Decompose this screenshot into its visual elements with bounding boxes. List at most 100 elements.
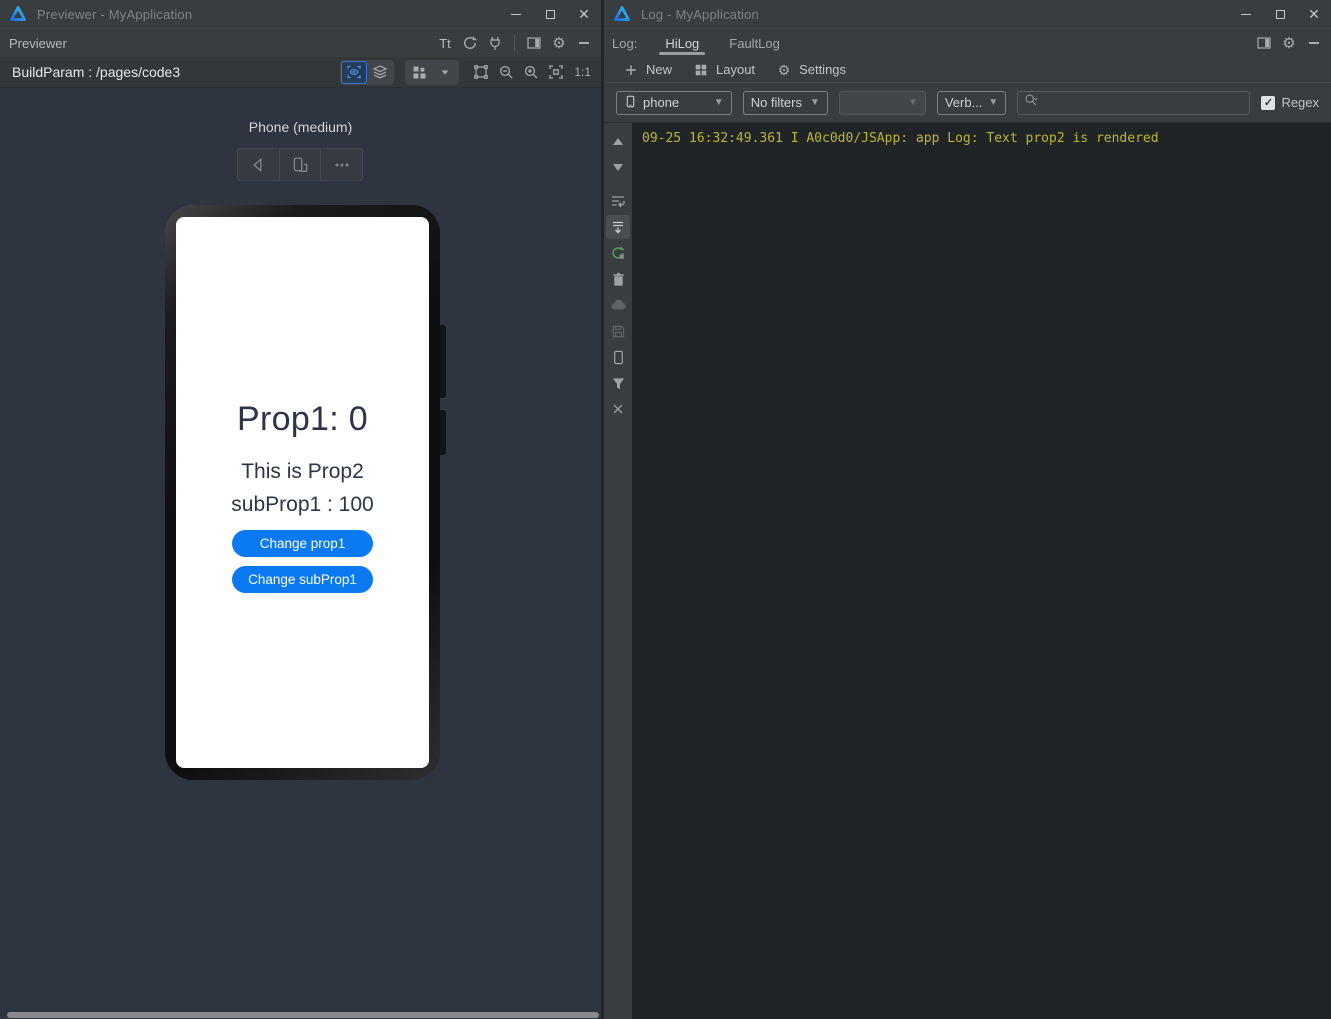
level-select[interactable]: Verb... ▼ bbox=[937, 91, 1006, 115]
log-side-toolbar bbox=[604, 123, 632, 1019]
log-line: 09-25 16:32:49.361 I A0c0d0/JSApp: app L… bbox=[642, 130, 1331, 147]
layout-button[interactable]: Layout bbox=[684, 61, 763, 79]
inspector-eye-icon[interactable] bbox=[341, 61, 367, 84]
rerun-icon[interactable] bbox=[606, 241, 630, 265]
prop1-value: Prop1: 0 bbox=[176, 400, 429, 439]
log-window: Log - MyApplication ✕ Log: HiLog FaultLo… bbox=[604, 0, 1331, 1019]
previewer-titlebar: Previewer - MyApplication ✕ bbox=[0, 0, 601, 28]
layout-label: Layout bbox=[716, 62, 755, 77]
log-content: 09-25 16:32:49.361 I A0c0d0/JSApp: app L… bbox=[604, 123, 1331, 1019]
zoom-in-icon[interactable] bbox=[520, 61, 542, 83]
toolbar-divider bbox=[514, 35, 515, 51]
phone-screen: Prop1: 0 This is Prop2 subProp1 : 100 Ch… bbox=[176, 217, 429, 768]
change-prop1-button[interactable]: Change prop1 bbox=[232, 530, 373, 557]
layout-grid-icon bbox=[692, 61, 710, 79]
view-mode-toggle bbox=[340, 60, 394, 85]
regex-label: Regex bbox=[1281, 95, 1319, 110]
maximize-button[interactable] bbox=[1263, 0, 1297, 28]
previewer-tab-label: Previewer bbox=[9, 36, 67, 51]
caret-down-icon: ▼ bbox=[810, 97, 820, 108]
cloud-icon bbox=[606, 293, 630, 317]
gear-icon[interactable]: ⚙ bbox=[1278, 32, 1300, 54]
preview-canvas: Phone (medium) Prop1: 0 This is Pr bbox=[0, 88, 601, 1019]
change-subprop1-button[interactable]: Change subProp1 bbox=[232, 566, 373, 593]
filter-select[interactable]: No filters ▼ bbox=[743, 91, 828, 115]
settings-label: Settings bbox=[799, 62, 846, 77]
gear-icon[interactable]: ⚙ bbox=[548, 32, 570, 54]
caret-down-icon: ▼ bbox=[714, 97, 724, 108]
close-icon[interactable] bbox=[606, 397, 630, 421]
regex-checkbox[interactable]: ✓ bbox=[1261, 96, 1275, 110]
plus-icon bbox=[622, 61, 640, 79]
device-select[interactable]: phone ▼ bbox=[616, 91, 732, 115]
log-label: Log: bbox=[612, 36, 637, 51]
save-icon bbox=[606, 319, 630, 343]
window-title: Previewer - MyApplication bbox=[37, 7, 192, 22]
previewer-window: Previewer - MyApplication ✕ Previewer Tt bbox=[0, 0, 601, 1019]
rotate-device-icon[interactable] bbox=[279, 149, 321, 180]
zoom-ratio-label[interactable]: 1:1 bbox=[570, 65, 595, 79]
layers-icon[interactable] bbox=[367, 61, 393, 84]
log-action-bar: New Layout ⚙ Settings bbox=[604, 57, 1331, 83]
search-field[interactable] bbox=[1017, 91, 1250, 115]
refresh-icon[interactable] bbox=[459, 32, 481, 54]
minimize-button[interactable] bbox=[499, 0, 533, 28]
device-icon[interactable] bbox=[606, 345, 630, 369]
tab-hilog[interactable]: HiLog bbox=[657, 29, 707, 57]
hide-panel-icon[interactable] bbox=[573, 32, 595, 54]
font-size-icon[interactable]: Tt bbox=[434, 32, 456, 54]
type-select[interactable]: ▼ bbox=[839, 91, 926, 115]
window-controls: ✕ bbox=[1229, 0, 1331, 28]
plug-icon[interactable] bbox=[484, 32, 506, 54]
more-icon[interactable] bbox=[320, 149, 362, 180]
deveco-logo-icon bbox=[613, 5, 631, 23]
zoom-out-icon[interactable] bbox=[495, 61, 517, 83]
bounding-frame-icon[interactable] bbox=[470, 61, 492, 83]
prop2-text: This is Prop2 bbox=[176, 460, 429, 484]
filter-funnel-icon[interactable] bbox=[606, 371, 630, 395]
new-button[interactable]: New bbox=[614, 61, 680, 79]
fit-screen-icon[interactable] bbox=[545, 61, 567, 83]
tab-faultlog[interactable]: FaultLog bbox=[721, 29, 788, 57]
window-title: Log - MyApplication bbox=[641, 7, 759, 22]
grid-components-icon[interactable] bbox=[406, 61, 432, 84]
back-triangle-icon[interactable] bbox=[238, 149, 279, 180]
settings-gear-icon: ⚙ bbox=[775, 61, 793, 79]
new-label: New bbox=[646, 62, 672, 77]
log-output[interactable]: 09-25 16:32:49.361 I A0c0d0/JSApp: app L… bbox=[632, 123, 1331, 1019]
panel-layout-icon[interactable] bbox=[523, 32, 545, 54]
device-action-bar bbox=[237, 148, 363, 181]
trash-icon[interactable] bbox=[606, 267, 630, 291]
previewer-toolbar: Previewer Tt ⚙ bbox=[0, 28, 601, 57]
soft-wrap-icon[interactable] bbox=[606, 189, 630, 213]
settings-button[interactable]: ⚙ Settings bbox=[767, 61, 854, 79]
minimize-button[interactable] bbox=[1229, 0, 1263, 28]
maximize-button[interactable] bbox=[533, 0, 567, 28]
level-select-value: Verb... bbox=[945, 95, 983, 110]
component-grid-group bbox=[405, 60, 459, 85]
scroll-to-end-icon[interactable] bbox=[606, 215, 630, 239]
scroll-down-icon[interactable] bbox=[606, 155, 630, 179]
caret-down-icon: ▼ bbox=[988, 97, 998, 108]
phone-frame: Prop1: 0 This is Prop2 subProp1 : 100 Ch… bbox=[165, 205, 440, 780]
deveco-logo-icon bbox=[9, 5, 27, 23]
caret-down-icon: ▼ bbox=[908, 97, 918, 108]
filter-select-value: No filters bbox=[751, 95, 802, 110]
regex-option[interactable]: ✓ Regex bbox=[1261, 95, 1319, 110]
build-param-label: BuildParam : /pages/code3 bbox=[12, 64, 180, 80]
scroll-up-icon[interactable] bbox=[606, 129, 630, 153]
log-titlebar: Log - MyApplication ✕ bbox=[604, 0, 1331, 28]
search-icon bbox=[1024, 93, 1038, 112]
hide-panel-icon[interactable] bbox=[1303, 32, 1325, 54]
close-button[interactable]: ✕ bbox=[1297, 0, 1331, 28]
window-controls: ✕ bbox=[499, 0, 601, 28]
device-title: Phone (medium) bbox=[0, 119, 601, 135]
log-filter-bar: phone ▼ No filters ▼ ▼ Verb... ▼ ✓ Regex bbox=[604, 83, 1331, 123]
panel-layout-icon[interactable] bbox=[1253, 32, 1275, 54]
close-button[interactable]: ✕ bbox=[567, 0, 601, 28]
search-input[interactable] bbox=[1042, 95, 1243, 110]
log-tab-bar: Log: HiLog FaultLog ⚙ bbox=[604, 28, 1331, 57]
caret-down-icon[interactable] bbox=[432, 61, 458, 84]
horizontal-scrollbar[interactable] bbox=[7, 1012, 599, 1018]
phone-icon bbox=[624, 95, 637, 111]
